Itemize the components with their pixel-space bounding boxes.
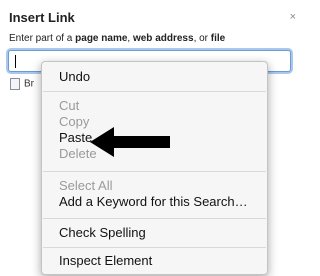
close-icon[interactable]: × xyxy=(290,11,296,23)
menu-separator xyxy=(43,171,266,172)
text-caret xyxy=(15,55,16,68)
menu-separator xyxy=(43,91,266,92)
document-icon xyxy=(10,78,20,90)
hint-file: file xyxy=(210,33,226,44)
context-menu: Undo Cut Copy Paste Delete Select All Ad… xyxy=(41,61,268,275)
dialog-title: Insert Link xyxy=(9,10,75,25)
menu-item-undo[interactable]: Undo xyxy=(59,69,90,84)
left-arrow-icon xyxy=(90,127,170,157)
link-suggestion-item[interactable]: Br xyxy=(10,78,34,90)
suggestion-label: Br xyxy=(24,78,34,90)
menu-item-add-keyword[interactable]: Add a Keyword for this Search… xyxy=(59,194,248,209)
menu-item-check-spelling[interactable]: Check Spelling xyxy=(59,225,146,240)
dialog-hint: Enter part of a page name, web address, … xyxy=(9,33,225,44)
menu-item-inspect-element[interactable]: Inspect Element xyxy=(59,253,152,268)
menu-separator xyxy=(43,247,266,248)
menu-item-select-all[interactable]: Select All xyxy=(59,178,112,193)
hint-page-name: page name xyxy=(75,33,128,44)
menu-separator xyxy=(43,218,266,219)
hint-prefix: Enter part of a xyxy=(9,33,76,44)
hint-separator-2: , or xyxy=(193,33,211,44)
menu-item-cut[interactable]: Cut xyxy=(59,98,79,113)
hint-web-address: web address xyxy=(132,33,194,44)
menu-item-copy[interactable]: Copy xyxy=(59,114,89,129)
